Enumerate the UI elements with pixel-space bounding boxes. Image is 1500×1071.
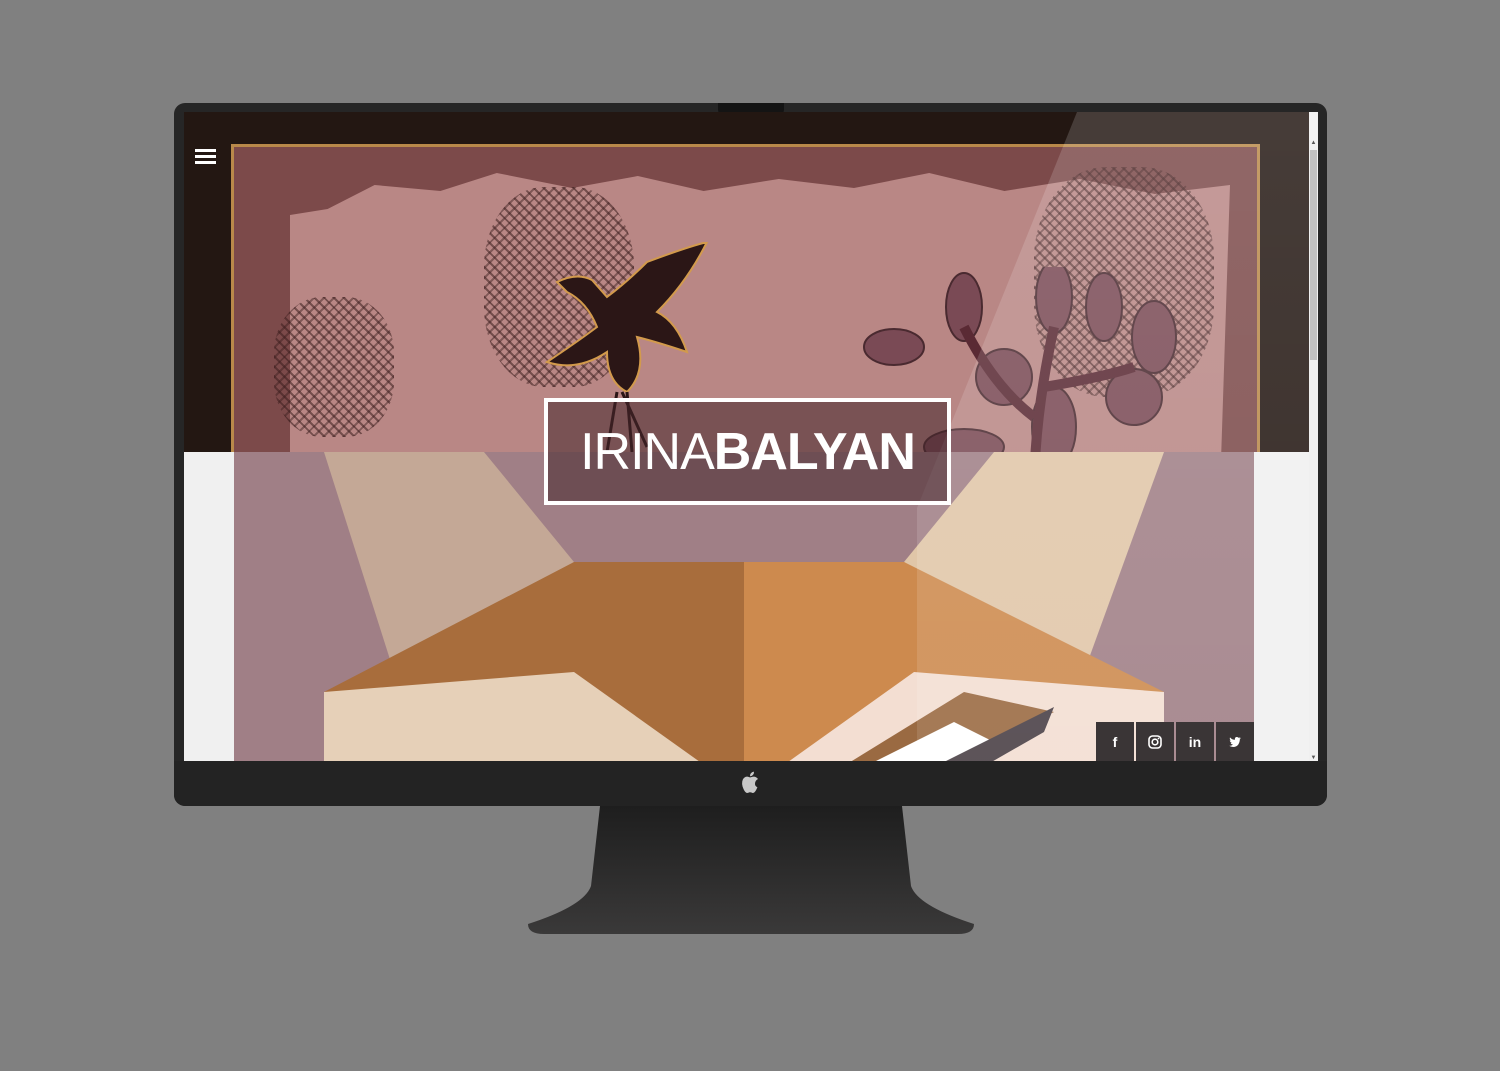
linkedin-glyph: in (1188, 734, 1202, 750)
knot-pattern (274, 297, 394, 437)
vertical-scrollbar[interactable]: ▲ ▼ (1309, 140, 1318, 761)
hamburger-menu-icon[interactable] (195, 149, 216, 168)
twitter-icon[interactable] (1216, 722, 1254, 761)
scroll-up-arrow-icon[interactable]: ▲ (1310, 140, 1317, 146)
monitor-stand (528, 806, 974, 934)
browser-screen: IRINA BALYAN f in ▲ ▼ (184, 112, 1318, 761)
scroll-thumb[interactable] (1310, 150, 1317, 360)
social-links: f in (1096, 722, 1254, 761)
facebook-icon[interactable]: f (1096, 722, 1134, 761)
logo-first-name: IRINA (580, 422, 715, 481)
facebook-glyph: f (1112, 734, 1118, 750)
apple-logo-icon (742, 771, 758, 793)
logo-last-name: BALYAN (713, 422, 916, 481)
linkedin-icon[interactable]: in (1176, 722, 1214, 761)
site-logo[interactable]: IRINA BALYAN (544, 398, 951, 505)
twitter-glyph (1229, 737, 1241, 747)
instagram-glyph (1148, 735, 1162, 749)
monitor-chin (174, 761, 1327, 806)
instagram-icon[interactable] (1136, 722, 1174, 761)
imac-monitor: IRINA BALYAN f in ▲ ▼ (174, 103, 1327, 806)
